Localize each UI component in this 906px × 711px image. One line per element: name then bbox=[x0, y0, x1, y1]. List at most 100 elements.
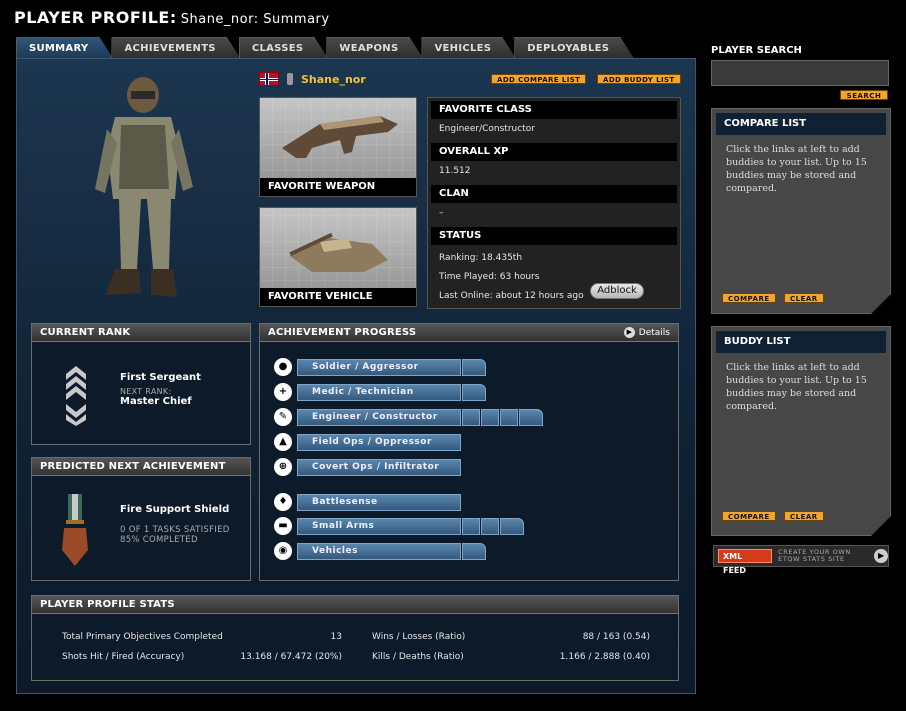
weapon-image bbox=[282, 116, 398, 158]
clear-buddy-button[interactable]: CLEAR bbox=[784, 511, 824, 521]
crosshair-icon: ⊕ bbox=[274, 458, 292, 476]
rank-chevron-icon bbox=[66, 366, 86, 426]
current-rank-heading: CURRENT RANK bbox=[32, 324, 250, 342]
wrench-icon: ✎ bbox=[274, 408, 292, 426]
tab-deployables[interactable]: DEPLOYABLES bbox=[514, 37, 634, 59]
artillery-icon: ▲ bbox=[274, 433, 292, 451]
soldier-portrait bbox=[95, 77, 193, 297]
buddy-compare-button[interactable]: COMPARE bbox=[722, 511, 776, 521]
achievement-row[interactable]: ⊕ Covert Ops / Infiltrator bbox=[274, 458, 461, 476]
player-search-input[interactable] bbox=[711, 60, 889, 86]
compare-list-panel: COMPARE LIST Click the links at left to … bbox=[711, 108, 891, 314]
achievement-row[interactable]: + Medic / Technician bbox=[274, 383, 486, 401]
stat-objectives-value: 13 bbox=[330, 632, 342, 642]
vehicle-icon: ◉ bbox=[274, 542, 292, 560]
favorite-vehicle-box[interactable]: FAVORITE VEHICLE bbox=[259, 207, 417, 307]
status-values: Ranking: 18.435th Time Played: 63 hours … bbox=[431, 245, 677, 310]
buddy-list-body: Click the links at left to add buddies t… bbox=[726, 362, 867, 412]
details-label: Details bbox=[638, 327, 670, 338]
medic-cross-icon: + bbox=[274, 383, 292, 401]
xml-feed-badge: XML FEED bbox=[718, 549, 773, 575]
achievement-row[interactable]: ▬ Small Arms bbox=[274, 517, 524, 535]
favorite-class-heading: FAVORITE CLASS bbox=[431, 101, 677, 119]
achievement-label: Field Ops / Oppressor bbox=[297, 433, 461, 451]
achievement-row[interactable]: ✎ Engineer / Constructor bbox=[274, 408, 543, 426]
buddy-list-panel: BUDDY LIST Click the links at left to ad… bbox=[711, 326, 891, 536]
achievement-row[interactable]: ▲ Field Ops / Oppressor bbox=[274, 433, 461, 451]
achievement-row[interactable]: ◉ Vehicles bbox=[274, 542, 486, 560]
achievement-label: Soldier / Aggressor bbox=[297, 358, 461, 376]
tab-weapons[interactable]: WEAPONS bbox=[326, 37, 423, 59]
player-search-label: PLAYER SEARCH bbox=[711, 45, 802, 56]
ranking-text: Ranking: 18.435th bbox=[439, 253, 523, 263]
compare-list-body: Click the links at left to add buddies t… bbox=[726, 144, 867, 194]
predicted-tasks: 0 OF 1 TASKS SATISFIED bbox=[120, 525, 230, 535]
stat-kills-deaths-value: 1.166 / 2.888 (0.40) bbox=[559, 652, 650, 662]
tab-vehicles[interactable]: VEHICLES bbox=[421, 37, 516, 59]
xml-feed-bar[interactable]: XML FEED CREATE YOUR OWN ETQW STATS SITE… bbox=[713, 545, 889, 575]
stat-accuracy-label: Shots Hit / Fired (Accuracy) bbox=[62, 652, 185, 662]
achievement-progress-segment bbox=[481, 517, 499, 535]
profile-stats-heading: PLAYER PROFILE STATS bbox=[32, 596, 678, 614]
stat-wins-losses-value: 88 / 163 (0.54) bbox=[582, 632, 650, 642]
add-buddy-list-button[interactable]: ADD BUDDY LIST bbox=[597, 74, 681, 84]
overall-xp-value: 11.512 bbox=[439, 166, 471, 176]
player-name: Shane_nor bbox=[301, 72, 366, 86]
profile-tabs: SUMMARY ACHIEVEMENTS CLASSES WEAPONS VEH… bbox=[16, 37, 632, 59]
page-title: PLAYER PROFILE: Shane_nor: Summary bbox=[14, 8, 330, 27]
arrow-right-icon: ▶ bbox=[874, 549, 888, 563]
achievement-row[interactable]: ♦ Battlesense bbox=[274, 493, 461, 511]
details-link[interactable]: ▶ Details bbox=[623, 327, 670, 338]
clan-value: – bbox=[439, 208, 444, 218]
achievement-row[interactable]: ● Soldier / Aggressor bbox=[274, 358, 486, 376]
compare-list-heading: COMPARE LIST bbox=[716, 113, 886, 135]
achievement-progress-segment bbox=[462, 542, 486, 560]
favorite-weapon-caption: FAVORITE WEAPON bbox=[260, 178, 416, 196]
predicted-completed: 85% COMPLETED bbox=[120, 535, 198, 545]
play-icon: ▶ bbox=[623, 327, 635, 338]
achievement-progress-segment bbox=[519, 408, 543, 426]
summary-panel: Shane_nor ADD COMPARE LIST ADD BUDDY LIS… bbox=[16, 58, 696, 694]
predicted-achievement-panel: PREDICTED NEXT ACHIEVEMENT Fire Support … bbox=[31, 457, 251, 581]
achievement-progress-heading: ACHIEVEMENT PROGRESS bbox=[260, 324, 678, 342]
compare-button[interactable]: COMPARE bbox=[722, 293, 776, 303]
achievement-progress-segment bbox=[462, 408, 480, 426]
achievement-label: Covert Ops / Infiltrator bbox=[297, 458, 461, 476]
achievement-progress-segment bbox=[481, 408, 499, 426]
favorite-class-value: Engineer/Constructor bbox=[439, 124, 535, 134]
predicted-achievement-name: Fire Support Shield bbox=[120, 504, 230, 515]
next-rank-name: Master Chief bbox=[120, 396, 192, 407]
achievement-label: Engineer / Constructor bbox=[297, 408, 461, 426]
clear-compare-button[interactable]: CLEAR bbox=[784, 293, 824, 303]
achievement-progress-segment bbox=[462, 383, 486, 401]
achievement-label: Battlesense bbox=[297, 493, 461, 511]
page-title-main: PLAYER PROFILE: bbox=[14, 8, 177, 27]
current-rank-name: First Sergeant bbox=[120, 372, 201, 383]
buddy-list-heading: BUDDY LIST bbox=[716, 331, 886, 353]
xml-feed-text: CREATE YOUR OWN ETQW STATS SITE bbox=[778, 548, 851, 563]
achievement-label: Small Arms bbox=[297, 517, 461, 535]
search-button[interactable]: SEARCH bbox=[840, 90, 888, 100]
page-title-sub: Shane_nor: Summary bbox=[180, 12, 330, 27]
helmet-icon: ● bbox=[274, 358, 292, 376]
player-info-box: FAVORITE CLASS Engineer/Constructor OVER… bbox=[427, 97, 681, 309]
stat-accuracy-value: 13.168 / 67.472 (20%) bbox=[240, 652, 342, 662]
add-compare-list-button[interactable]: ADD COMPARE LIST bbox=[491, 74, 587, 84]
profile-stats-panel: PLAYER PROFILE STATS Total Primary Objec… bbox=[31, 595, 679, 681]
shield-icon: ♦ bbox=[274, 493, 292, 511]
stat-kills-deaths-label: Kills / Deaths (Ratio) bbox=[372, 652, 464, 662]
next-rank-label: NEXT RANK: bbox=[120, 387, 172, 396]
player-line: Shane_nor bbox=[259, 71, 366, 87]
stat-objectives-label: Total Primary Objectives Completed bbox=[62, 632, 223, 642]
clan-heading: CLAN bbox=[431, 185, 677, 203]
achievement-progress-segment bbox=[462, 358, 486, 376]
tab-summary[interactable]: SUMMARY bbox=[16, 37, 113, 59]
overall-xp-heading: OVERALL XP bbox=[431, 143, 677, 161]
tab-achievements[interactable]: ACHIEVEMENTS bbox=[111, 37, 240, 59]
achievement-progress-segment bbox=[462, 517, 480, 535]
achievement-progress-panel: ACHIEVEMENT PROGRESS ▶ Details ● Soldier … bbox=[259, 323, 679, 581]
vehicle-image bbox=[289, 232, 388, 272]
tab-classes[interactable]: CLASSES bbox=[239, 37, 329, 59]
favorite-weapon-box[interactable]: FAVORITE WEAPON bbox=[259, 97, 417, 197]
adblock-button[interactable]: Adblock bbox=[590, 283, 644, 299]
